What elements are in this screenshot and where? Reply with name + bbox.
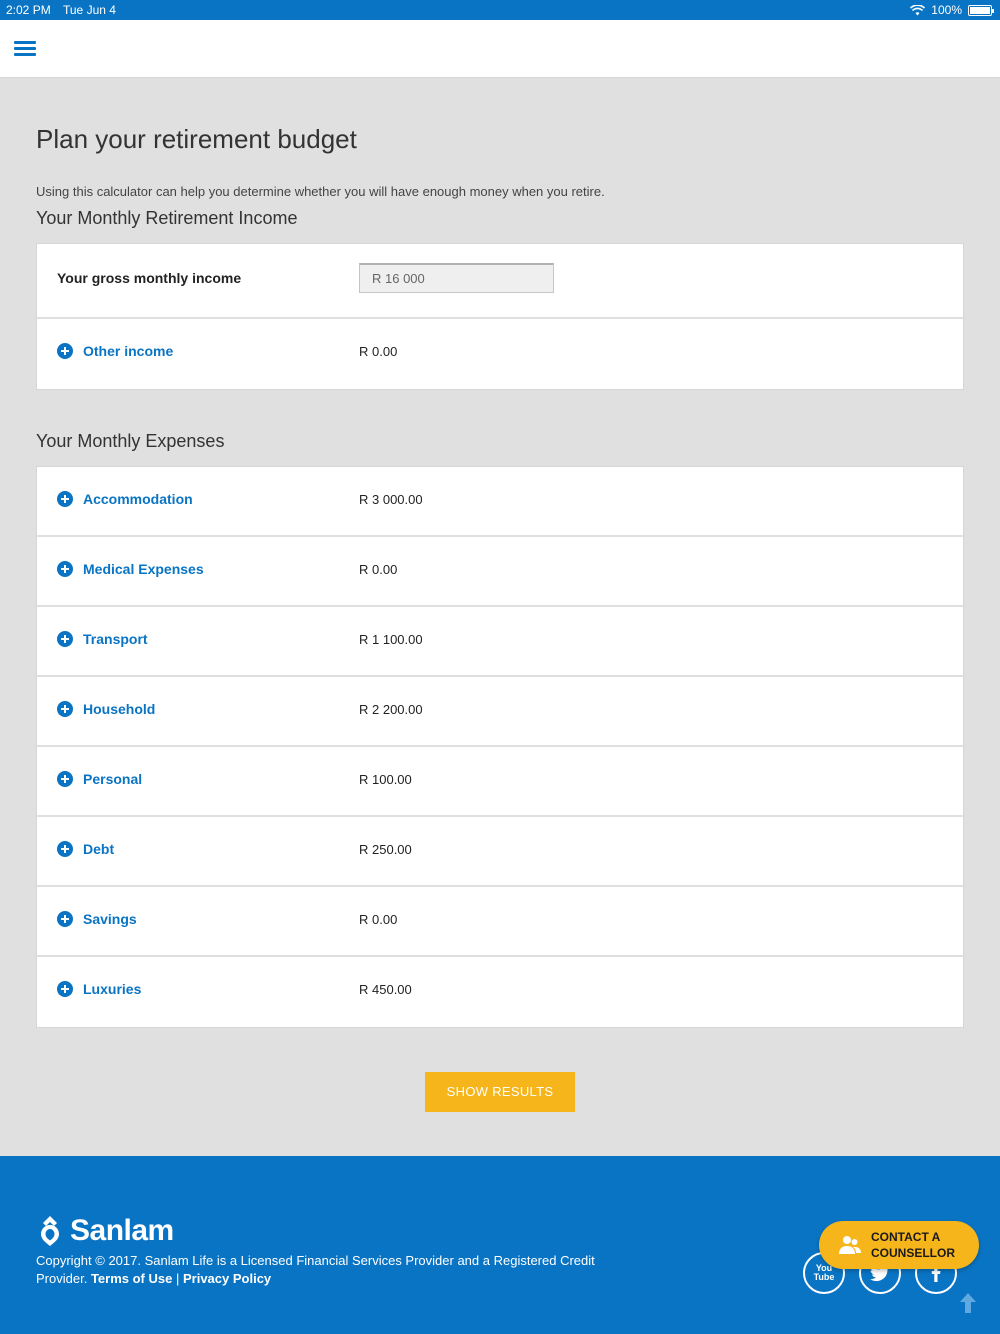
plus-circle-icon <box>57 841 73 857</box>
copyright-text: Copyright © 2017. Sanlam Life is a Licen… <box>36 1252 606 1288</box>
expense-label: Medical Expenses <box>83 561 204 577</box>
expense-row-debt[interactable]: Debt R 250.00 <box>37 817 963 887</box>
contact-label: CONTACT A COUNSELLOR <box>871 1229 955 1261</box>
top-bar <box>0 20 1000 78</box>
income-card: Your gross monthly income Other income R… <box>36 243 964 390</box>
expense-row-medical[interactable]: Medical Expenses R 0.00 <box>37 537 963 607</box>
expense-toggle[interactable]: Accommodation <box>57 491 193 507</box>
expense-value: R 1 100.00 <box>359 632 423 647</box>
footer-separator: | <box>175 1271 180 1286</box>
plus-circle-icon <box>57 911 73 927</box>
expense-row-savings[interactable]: Savings R 0.00 <box>37 887 963 957</box>
plus-circle-icon <box>57 561 73 577</box>
expense-label: Transport <box>83 631 148 647</box>
other-income-label: Other income <box>83 343 174 359</box>
intro-text: Using this calculator can help you deter… <box>36 184 605 199</box>
privacy-link[interactable]: Privacy Policy <box>183 1271 271 1286</box>
battery-percent: 100% <box>931 3 962 17</box>
other-income-row[interactable]: Other income R 0.00 <box>37 319 963 389</box>
expense-row-transport[interactable]: Transport R 1 100.00 <box>37 607 963 677</box>
expenses-heading: Your Monthly Expenses <box>36 431 225 451</box>
page-title: Plan your retirement budget <box>36 124 357 154</box>
wifi-icon <box>910 4 926 15</box>
status-bar: 2:02 PM Tue Jun 4 100% <box>0 0 1000 20</box>
plus-circle-icon <box>57 701 73 717</box>
terms-link[interactable]: Terms of Use <box>91 1271 172 1286</box>
expense-toggle[interactable]: Personal <box>57 771 142 787</box>
expense-value: R 250.00 <box>359 842 412 857</box>
sanlam-logo[interactable]: Sanlam <box>36 1214 174 1248</box>
counsellor-people-icon <box>839 1236 861 1254</box>
expense-row-luxuries[interactable]: Luxuries R 450.00 <box>37 957 963 1027</box>
sanlam-shield-icon <box>41 1216 59 1246</box>
expense-toggle[interactable]: Luxuries <box>57 981 141 997</box>
expense-value: R 450.00 <box>359 982 412 997</box>
income-heading: Your Monthly Retirement Income <box>36 208 298 228</box>
expense-toggle[interactable]: Savings <box>57 911 137 927</box>
contact-line2: COUNSELLOR <box>871 1246 955 1260</box>
plus-circle-icon <box>57 771 73 787</box>
plus-circle-icon <box>57 343 73 359</box>
expense-row-household[interactable]: Household R 2 200.00 <box>37 677 963 747</box>
expense-value: R 100.00 <box>359 772 412 787</box>
expense-row-accommodation[interactable]: Accommodation R 3 000.00 <box>37 467 963 537</box>
other-income-value: R 0.00 <box>359 344 398 359</box>
contact-line1: CONTACT A <box>871 1230 941 1244</box>
gross-income-row: Your gross monthly income <box>37 244 963 319</box>
other-income-toggle[interactable]: Other income <box>57 343 173 359</box>
expense-label: Household <box>83 701 156 717</box>
expense-value: R 0.00 <box>359 912 398 927</box>
expense-toggle[interactable]: Household <box>57 701 155 717</box>
plus-circle-icon <box>57 981 73 997</box>
footer: Sanlam Copyright © 2017. Sanlam Life is … <box>0 1156 1000 1334</box>
plus-circle-icon <box>57 491 73 507</box>
expense-value: R 2 200.00 <box>359 702 423 717</box>
expense-label: Luxuries <box>83 981 142 997</box>
expense-label: Savings <box>83 911 137 927</box>
brand-name: Sanlam <box>70 1214 174 1247</box>
battery-icon <box>968 4 994 16</box>
show-results-button[interactable]: SHOW RESULTS <box>425 1072 575 1112</box>
expense-toggle[interactable]: Medical Expenses <box>57 561 204 577</box>
expense-toggle[interactable]: Debt <box>57 841 114 857</box>
expense-row-personal[interactable]: Personal R 100.00 <box>37 747 963 817</box>
plus-circle-icon <box>57 631 73 647</box>
status-time: 2:02 PM <box>6 3 51 17</box>
expense-toggle[interactable]: Transport <box>57 631 148 647</box>
status-date: Tue Jun 4 <box>63 3 116 17</box>
status-right: 100% <box>910 3 994 17</box>
expense-value: R 3 000.00 <box>359 492 423 507</box>
gross-income-input[interactable] <box>359 263 554 293</box>
gross-income-label: Your gross monthly income <box>57 270 242 286</box>
expense-label: Accommodation <box>83 491 193 507</box>
expense-value: R 0.00 <box>359 562 398 577</box>
expense-label: Debt <box>83 841 115 857</box>
menu-icon[interactable] <box>14 41 36 57</box>
expense-label: Personal <box>83 771 143 787</box>
youtube-label: You Tube <box>813 1263 835 1282</box>
contact-counsellor-button[interactable]: CONTACT A COUNSELLOR <box>819 1221 979 1269</box>
expenses-card: Accommodation R 3 000.00 Medical Expense… <box>36 466 964 1028</box>
back-to-top-arrow-icon[interactable] <box>958 1292 978 1314</box>
